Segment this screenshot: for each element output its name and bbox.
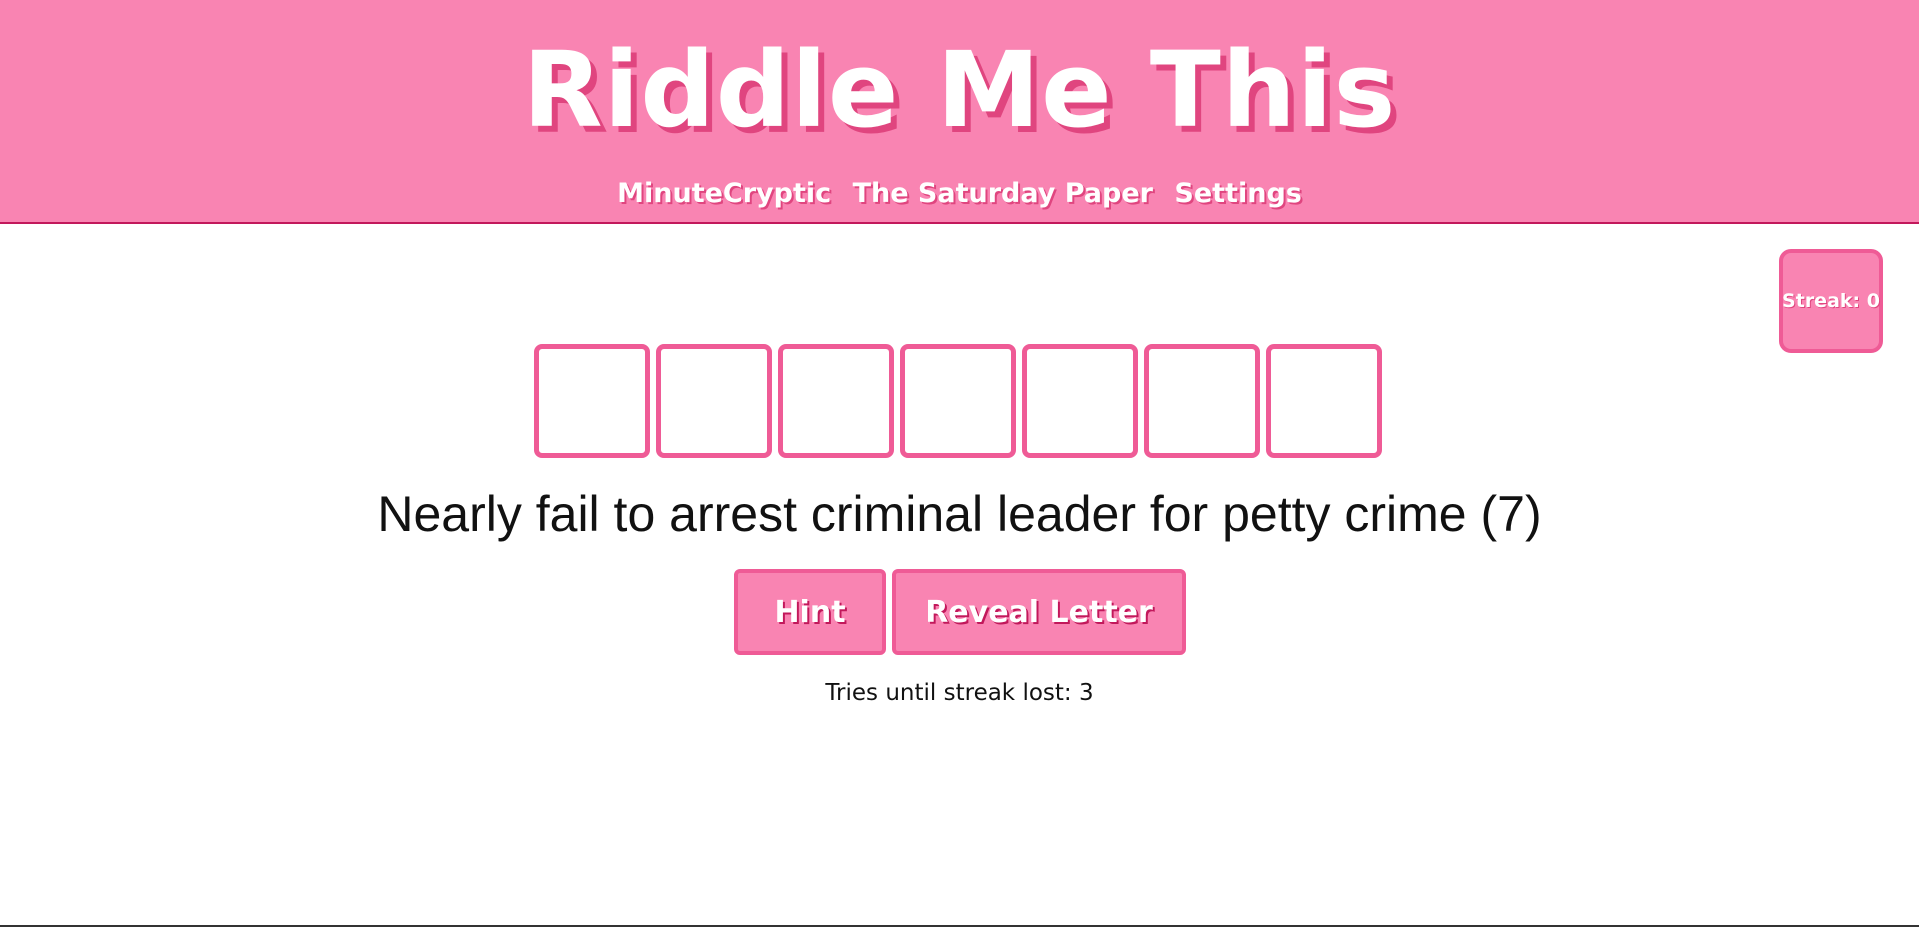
letter-box-3[interactable]	[778, 344, 894, 458]
letter-box-7[interactable]	[1266, 344, 1382, 458]
letter-box-4[interactable]	[900, 344, 1016, 458]
nav-link-saturday-paper[interactable]: The Saturday Paper	[853, 178, 1153, 209]
letter-box-2[interactable]	[656, 344, 772, 458]
nav-link-minutecryptic[interactable]: MinuteCryptic	[617, 178, 831, 209]
answer-letter-row	[534, 344, 1388, 458]
site-title: Riddle Me This	[522, 29, 1397, 151]
hint-button[interactable]: Hint	[734, 569, 886, 655]
nav-link-settings[interactable]: Settings	[1174, 178, 1301, 209]
letter-box-1[interactable]	[534, 344, 650, 458]
reveal-letter-button[interactable]: Reveal Letter	[892, 569, 1186, 655]
clue-text: Nearly fail to arrest criminal leader fo…	[377, 486, 1542, 542]
tries-remaining-text: Tries until streak lost: 3	[825, 680, 1094, 706]
letter-box-5[interactable]	[1022, 344, 1138, 458]
streak-badge: Streak: 0	[1779, 249, 1883, 353]
main-nav: MinuteCryptic The Saturday Paper Setting…	[0, 178, 1919, 209]
site-header: Riddle Me This MinuteCryptic The Saturda…	[0, 0, 1919, 224]
letter-box-6[interactable]	[1144, 344, 1260, 458]
